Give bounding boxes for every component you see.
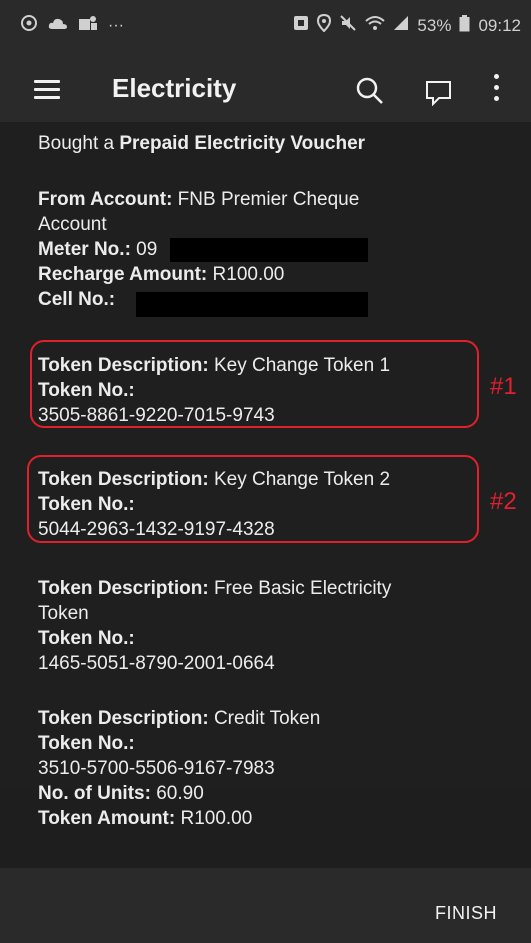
battery-percent: 53% — [417, 15, 452, 35]
voucher-details: Bought a Prepaid Electricity Voucher Fro… — [0, 122, 531, 790]
meter-no-row: Meter No.: 09 — [38, 239, 158, 260]
from-account-row-cont: Account — [38, 214, 107, 235]
status-right-icons: 53% 09:12 — [293, 13, 521, 37]
token-3-description: Token Description: Free Basic Electricit… — [38, 578, 392, 599]
page-title: Electricity — [112, 73, 237, 103]
annotation-2: #2 — [490, 488, 517, 515]
cloud-icon — [48, 15, 68, 36]
annotation-1: #1 — [490, 373, 517, 400]
token-4-no-label: Token No.: — [38, 733, 135, 754]
status-bar: ··· 53% 09:12 — [0, 0, 531, 58]
cell-redaction — [136, 292, 368, 317]
token-1-description: Token Description: Key Change Token 1 — [38, 355, 391, 376]
more-vertical-icon[interactable] — [492, 74, 500, 104]
chat-icon[interactable] — [425, 80, 453, 111]
battery-icon — [459, 14, 470, 37]
token-1-number: 3505-8861-9220-7015-9743 — [38, 405, 275, 426]
signal-icon — [393, 15, 409, 36]
token-1-no-label: Token No.: — [38, 380, 135, 401]
token-3-no-label: Token No.: — [38, 628, 135, 649]
token-4-description: Token Description: Credit Token — [38, 708, 321, 729]
menu-icon[interactable] — [34, 80, 60, 100]
whatsapp-icon — [20, 14, 38, 37]
token-3-number: 1465-5051-8790-2001-0664 — [38, 653, 275, 674]
token-2-no-label: Token No.: — [38, 494, 135, 515]
token-4-amount: Token Amount: R100.00 — [38, 808, 253, 829]
cell-no-row: Cell No.: — [38, 289, 116, 310]
finish-button[interactable]: FINISH — [435, 903, 497, 924]
search-icon[interactable] — [355, 76, 385, 111]
purchase-summary: Bought a Prepaid Electricity Voucher — [38, 133, 366, 154]
token-4-units: No. of Units: 60.90 — [38, 783, 204, 804]
recharge-amount-row: Recharge Amount: R100.00 — [38, 264, 285, 285]
token-2-number: 5044-2963-1432-9197-4328 — [38, 519, 275, 540]
wifi-icon — [365, 15, 386, 36]
status-left-icons: ··· — [20, 14, 124, 37]
more-indicator: ··· — [108, 16, 124, 34]
token-3-description-cont: Token — [38, 603, 89, 624]
from-account-row: From Account: FNB Premier Cheque — [38, 189, 360, 210]
teams-icon — [78, 14, 98, 37]
bottom-action-bar: FINISH — [0, 868, 531, 943]
nfc-icon — [293, 15, 309, 36]
meter-redaction — [170, 238, 368, 262]
app-bar: Electricity — [0, 58, 531, 122]
clock-time: 09:12 — [478, 15, 521, 35]
token-4-number: 3510-5700-5506-9167-7983 — [38, 758, 275, 779]
location-icon — [317, 13, 332, 37]
token-2-description: Token Description: Key Change Token 2 — [38, 469, 391, 490]
mute-icon — [339, 14, 357, 37]
